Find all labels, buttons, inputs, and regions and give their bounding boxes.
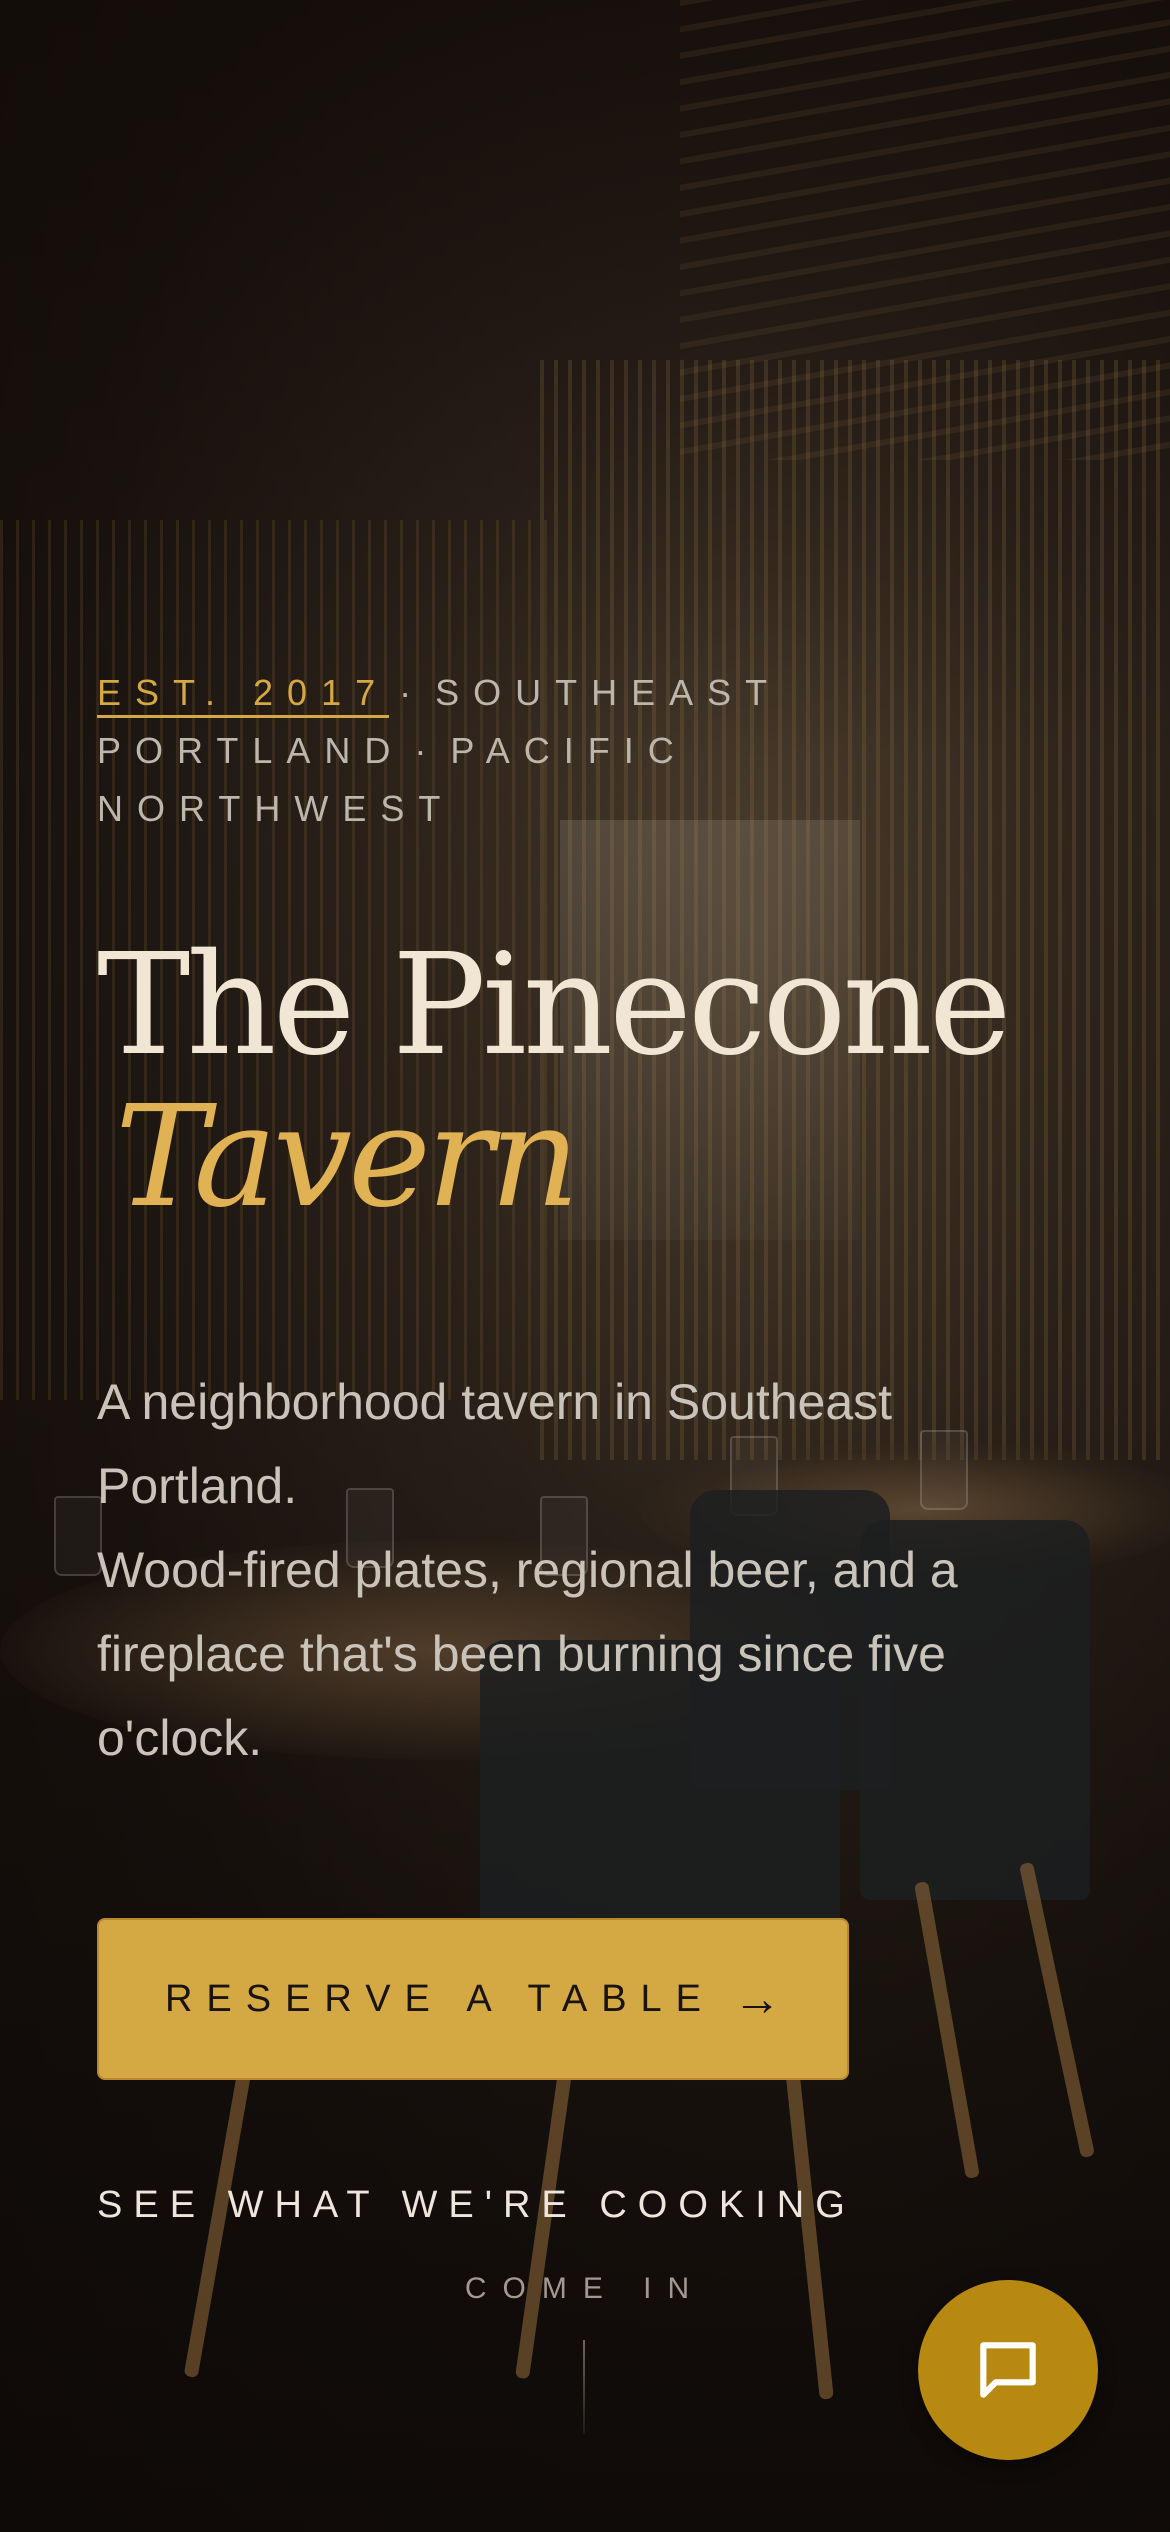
page-title: The Pinecone Tavern [97,930,1012,1239]
description-line-1: A neighborhood tavern in Southeast Portl… [97,1374,893,1514]
reserve-table-button[interactable]: RESERVE A TABLE → [97,1918,849,2080]
chat-button[interactable] [918,2280,1098,2460]
title-accent: Tavern [115,1076,580,1239]
reserve-table-label: RESERVE A TABLE [164,1977,716,2020]
eyebrow-separator: · [414,730,441,771]
description-line-2: Wood-fired plates, regional beer, and a … [97,1542,958,1766]
title-main: The Pinecone [97,924,1012,1087]
established-year: EST. 2017 [97,672,390,718]
glass [54,1496,102,1576]
scroll-hint-line [583,2340,585,2434]
eyebrow: EST. 2017 · SOUTHEAST PORTLAND · PACIFIC NOR… [97,664,897,838]
hero-page: EST. 2017 · SOUTHEAST PORTLAND · PACIFIC NOR… [0,0,1170,2532]
eyebrow-separator: · [399,672,426,713]
see-menu-link[interactable]: SEE WHAT WE'RE COOKING [97,2184,856,2227]
hero-description: A neighborhood tavern in Southeast Portl… [97,1360,1077,1780]
chat-bubble-icon [980,2342,1036,2398]
arrow-right-icon: → [733,1972,782,2026]
